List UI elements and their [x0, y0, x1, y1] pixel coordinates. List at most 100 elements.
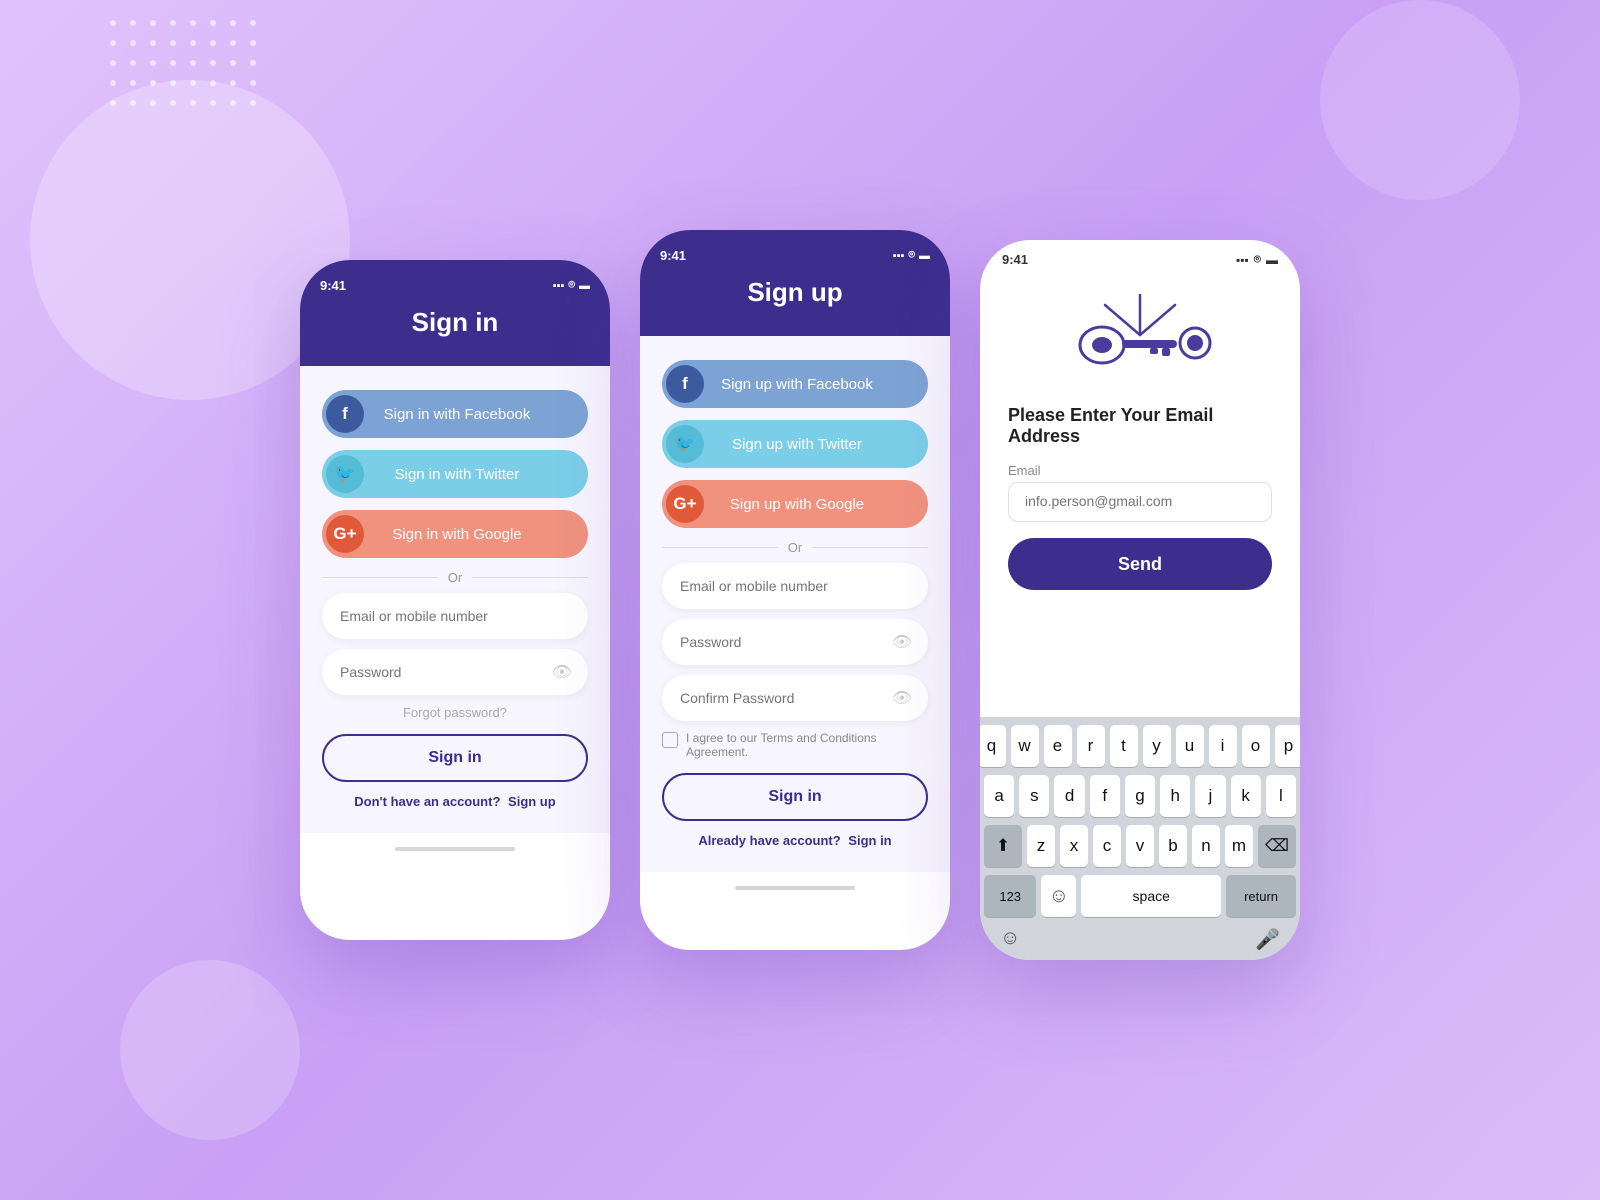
key-r[interactable]: r: [1077, 725, 1105, 767]
signal-icon-3: ▪▪▪: [1236, 253, 1249, 267]
key-j[interactable]: j: [1195, 775, 1225, 817]
key-h[interactable]: h: [1160, 775, 1190, 817]
bg-circle-small: [120, 960, 300, 1140]
status-icons-1: ▪▪▪ ⌾ ▬: [553, 278, 590, 293]
twitter-icon-2: 🐦: [666, 425, 704, 463]
password-toggle-icon-2[interactable]: 👁: [892, 632, 912, 652]
key-backspace[interactable]: ⌫: [1258, 825, 1296, 867]
key-svg: [1040, 285, 1240, 385]
key-c[interactable]: c: [1093, 825, 1121, 867]
key-t[interactable]: t: [1110, 725, 1138, 767]
signup-prompt: Don't have an account? Sign up: [322, 794, 588, 809]
forgot-password-link[interactable]: Forgot password?: [322, 705, 588, 720]
key-e[interactable]: e: [1044, 725, 1072, 767]
signin-facebook-label: Sign in with Facebook: [364, 406, 550, 423]
signin-link[interactable]: Sign in: [848, 833, 891, 848]
status-icons-3: ▪▪▪ ⌾ ▬: [1236, 252, 1278, 267]
key-f[interactable]: f: [1090, 775, 1120, 817]
twitter-icon: 🐦: [326, 455, 364, 493]
facebook-icon-2: f: [666, 365, 704, 403]
signup-signin-button[interactable]: Sign in: [662, 773, 928, 821]
signup-link[interactable]: Sign up: [508, 794, 556, 809]
terms-text: I agree to our Terms and Conditions Agre…: [686, 731, 928, 759]
phone-email: 9:41 ▪▪▪ ⌾ ▬: [980, 240, 1300, 960]
key-v[interactable]: v: [1126, 825, 1154, 867]
key-l[interactable]: l: [1266, 775, 1296, 817]
signin-google-button[interactable]: G+ Sign in with Google: [322, 510, 588, 558]
password-field-2[interactable]: 👁: [662, 619, 928, 665]
key-g[interactable]: g: [1125, 775, 1155, 817]
signin-button[interactable]: Sign in: [322, 734, 588, 782]
key-123[interactable]: 123: [984, 875, 1036, 917]
key-return[interactable]: return: [1226, 875, 1296, 917]
password-input-2[interactable]: [680, 634, 910, 650]
key-n[interactable]: n: [1192, 825, 1220, 867]
email-input-2[interactable]: [680, 578, 910, 594]
signup-title: Sign up: [640, 277, 950, 308]
send-button[interactable]: Send: [1008, 538, 1272, 590]
key-w[interactable]: w: [1011, 725, 1039, 767]
key-a[interactable]: a: [984, 775, 1014, 817]
kb-row-1: q w e r t y u i o p: [984, 725, 1296, 767]
password-field-1[interactable]: 👁: [322, 649, 588, 695]
email-input-wrapper[interactable]: [1008, 482, 1272, 522]
key-emoji[interactable]: ☺: [1041, 875, 1076, 917]
key-u[interactable]: u: [1176, 725, 1204, 767]
home-indicator-2: [735, 886, 855, 890]
confirm-password-toggle-icon[interactable]: 👁: [892, 688, 912, 708]
signin-google-label: Sign in with Google: [364, 526, 550, 543]
battery-icon-3: ▬: [1266, 253, 1278, 267]
key-illustration: [980, 275, 1300, 395]
mic-icon[interactable]: 🎤: [1255, 927, 1280, 952]
key-k[interactable]: k: [1231, 775, 1261, 817]
kb-row-4: 123 ☺ space return: [984, 875, 1296, 917]
key-i[interactable]: i: [1209, 725, 1237, 767]
key-q[interactable]: q: [980, 725, 1006, 767]
key-s[interactable]: s: [1019, 775, 1049, 817]
signup-header: 9:41 ▪▪▪ ⌾ ▬ Sign up: [640, 230, 950, 336]
signin-title: Sign in: [300, 307, 610, 338]
key-o[interactable]: o: [1242, 725, 1270, 767]
email-input-3[interactable]: [1025, 493, 1255, 509]
key-space[interactable]: space: [1081, 875, 1221, 917]
terms-row[interactable]: I agree to our Terms and Conditions Agre…: [662, 731, 928, 759]
dot-grid: [110, 20, 264, 114]
key-p[interactable]: p: [1275, 725, 1301, 767]
signup-twitter-button[interactable]: 🐦 Sign up with Twitter: [662, 420, 928, 468]
key-z[interactable]: z: [1027, 825, 1055, 867]
key-x[interactable]: x: [1060, 825, 1088, 867]
email-section-title: Please Enter Your Email Address: [1008, 405, 1272, 447]
key-m[interactable]: m: [1225, 825, 1253, 867]
home-indicator-1: [395, 847, 515, 851]
confirm-password-input[interactable]: [680, 690, 910, 706]
terms-checkbox[interactable]: [662, 732, 678, 748]
signin-twitter-button[interactable]: 🐦 Sign in with Twitter: [322, 450, 588, 498]
phone-signin: 9:41 ▪▪▪ ⌾ ▬ Sign in f Sign in with Face…: [300, 260, 610, 940]
key-d[interactable]: d: [1054, 775, 1084, 817]
email-input-1[interactable]: [340, 608, 570, 624]
facebook-icon: f: [326, 395, 364, 433]
signup-facebook-button[interactable]: f Sign up with Facebook: [662, 360, 928, 408]
key-y[interactable]: y: [1143, 725, 1171, 767]
status-bar-3: 9:41 ▪▪▪ ⌾ ▬: [980, 240, 1300, 275]
signin-header: 9:41 ▪▪▪ ⌾ ▬ Sign in: [300, 260, 610, 366]
password-toggle-icon[interactable]: 👁: [552, 662, 572, 682]
key-b[interactable]: b: [1159, 825, 1187, 867]
status-bar-2: 9:41 ▪▪▪ ⌾ ▬: [640, 240, 950, 267]
signal-icon-2: ▪▪▪: [893, 250, 905, 262]
signin-facebook-button[interactable]: f Sign in with Facebook: [322, 390, 588, 438]
signup-google-button[interactable]: G+ Sign up with Google: [662, 480, 928, 528]
signin-twitter-label: Sign in with Twitter: [364, 466, 550, 483]
key-shift[interactable]: ⬆: [984, 825, 1022, 867]
email-field-1[interactable]: [322, 593, 588, 639]
email-field-2[interactable]: [662, 563, 928, 609]
wifi-icon-3: ⌾: [1254, 252, 1261, 267]
wifi-icon: ⌾: [568, 279, 575, 292]
emoji-icon[interactable]: ☺: [1000, 927, 1020, 952]
screens-container: 9:41 ▪▪▪ ⌾ ▬ Sign in f Sign in with Face…: [300, 240, 1300, 960]
google-icon-2: G+: [666, 485, 704, 523]
confirm-password-field[interactable]: 👁: [662, 675, 928, 721]
phone-signup: 9:41 ▪▪▪ ⌾ ▬ Sign up f Sign up with Face…: [640, 230, 950, 950]
password-input-1[interactable]: [340, 664, 570, 680]
signin-body: f Sign in with Facebook 🐦 Sign in with T…: [300, 366, 610, 833]
